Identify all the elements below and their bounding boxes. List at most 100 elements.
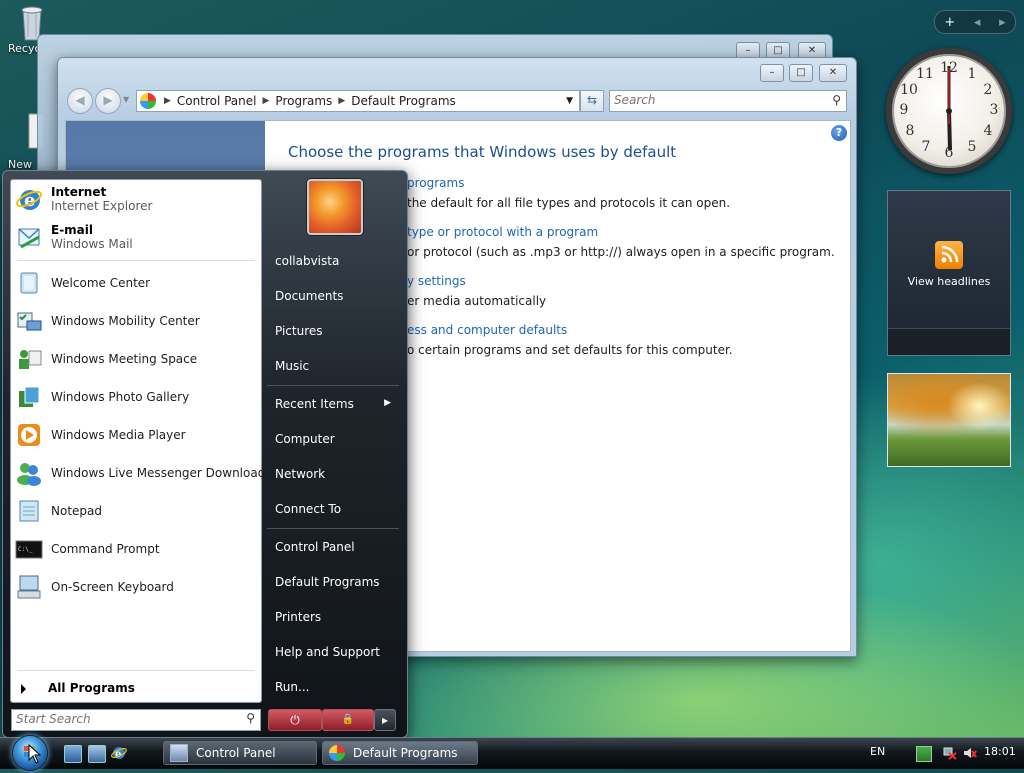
start-item-subtitle: Internet Explorer [51,199,153,213]
taskbar-button-label: Control Panel [196,746,276,760]
start-item-live-messenger[interactable]: Windows Live Messenger Download [15,456,265,490]
start-right-recent-items[interactable]: Recent Items ▶ [275,397,399,411]
meeting-space-icon [15,345,43,373]
clock-hands [946,66,952,151]
recent-items-label: Recent Items [275,397,354,411]
start-item-subtitle: Windows Mail [51,237,133,251]
start-right-user[interactable]: collabvista [275,254,399,268]
task-link-program-access[interactable]: ess and computer defaults [407,323,567,337]
user-picture[interactable] [307,179,363,235]
clock-gadget[interactable]: 12 1 2 3 4 5 6 7 8 9 10 11 [886,48,1012,174]
taskbar-button-control-panel[interactable]: Control Panel [163,741,317,765]
start-item-media-player[interactable]: Windows Media Player [15,418,257,452]
breadcrumb-separator: ▶ [164,96,171,106]
start-item-command-prompt[interactable]: C:\_ Command Prompt [15,532,257,566]
sidebar-prev-button[interactable]: ◂ [974,15,981,30]
search-box[interactable]: ⚲ [609,90,847,112]
task-description: the default for all file types and proto… [407,196,731,210]
internet-explorer-icon: e [15,185,43,213]
separator [267,528,399,529]
desktop-icon-label: Recycle Bin [8,42,38,55]
internet-explorer-quicklaunch-icon[interactable]: e [111,745,127,761]
start-right-default-programs[interactable]: Default Programs [275,575,399,589]
start-item-title: E-mail [51,223,94,237]
start-right-control-panel[interactable]: Control Panel [275,540,399,554]
address-dropdown-icon[interactable]: ▼ [566,96,573,106]
page-title: Choose the programs that Windows uses by… [288,143,677,161]
help-icon[interactable]: ? [831,125,847,141]
slideshow-gadget[interactable] [887,373,1011,467]
start-right-computer[interactable]: Computer [275,432,399,446]
separator [17,260,255,261]
taskbar-button-label: Default Programs [353,746,458,760]
separator [267,385,399,386]
start-right-network[interactable]: Network [275,467,399,481]
search-input[interactable] [610,91,818,109]
task-description: o certain programs and set defaults for … [407,343,733,357]
breadcrumb-control-panel[interactable]: Control Panel [177,94,257,108]
start-right-run[interactable]: Run... [275,680,399,694]
back-button[interactable]: ◀ [67,88,93,114]
command-prompt-icon: C:\_ [15,535,43,563]
forward-button[interactable]: ▶ [95,88,121,114]
messenger-icon [15,459,43,487]
maximize-button[interactable]: □ [789,64,813,82]
start-item-title: Internet [51,185,107,199]
all-programs-label: All Programs [48,681,135,695]
lock-button[interactable]: 🔒 [322,709,374,731]
start-right-music[interactable]: Music [275,359,399,373]
start-menu-programs-pane: e Internet Internet Explorer E-mail Window… [10,179,265,703]
power-controls: ⏻ 🔒 ▸ [268,709,396,731]
start-item-welcome-center[interactable]: Welcome Center [15,266,257,300]
minimize-button[interactable]: – [760,64,784,82]
language-indicator[interactable]: EN [870,745,885,758]
rss-icon [935,241,963,269]
start-item-onscreen-keyboard[interactable]: On-Screen Keyboard [15,570,257,604]
breadcrumb-default-programs[interactable]: Default Programs [351,94,456,108]
breadcrumb-programs[interactable]: Programs [275,94,332,108]
feed-headlines-gadget[interactable]: View headlines [887,190,1011,356]
start-item-label: On-Screen Keyboard [51,580,174,594]
address-bar[interactable]: ▶ Control Panel ▶ Programs ▶ Default Pro… [136,90,580,112]
start-item-notepad[interactable]: Notepad [15,494,257,528]
taskbar-button-default-programs[interactable]: Default Programs [322,741,478,765]
start-right-connect-to[interactable]: Connect To [275,502,399,516]
task-link-associate-file-type[interactable]: type or protocol with a program [407,225,598,239]
default-programs-icon [329,745,345,761]
start-item-label: Windows Photo Gallery [51,390,190,404]
refresh-icon: ⇆ [586,93,598,107]
task-link-autoplay-settings[interactable]: y settings [407,274,466,288]
svg-text:C:\_: C:\_ [18,546,33,553]
recent-pages-dropdown-icon[interactable]: ▼ [123,95,129,104]
shutdown-options-button[interactable]: ▸ [374,709,396,731]
search-icon: ⚲ [832,93,841,107]
separator [17,670,255,671]
sidebar-next-button[interactable]: ▸ [999,15,1006,30]
show-desktop-icon[interactable] [64,745,82,763]
close-button[interactable]: ✕ [819,64,847,82]
refresh-button[interactable]: ⇆ [580,90,604,112]
start-right-help-support[interactable]: Help and Support [275,645,399,659]
all-programs-button[interactable]: All Programs [21,681,135,695]
tray-volume-icon[interactable] [963,746,977,760]
switch-windows-icon[interactable] [88,745,106,763]
start-right-documents[interactable]: Documents [275,289,399,303]
start-item-label: Windows Mobility Center [51,314,200,328]
start-item-internet[interactable]: e Internet Internet Explorer [15,182,257,216]
task-link-set-default-programs[interactable]: programs [407,176,464,190]
taskbar-clock[interactable]: 18:01 [984,745,1016,758]
task-description: er media automatically [407,294,547,308]
start-right-pictures[interactable]: Pictures [275,324,399,338]
control-panel-icon [170,744,188,762]
start-item-photo-gallery[interactable]: Windows Photo Gallery [15,380,257,414]
start-item-email[interactable]: E-mail Windows Mail [15,220,257,254]
power-button[interactable]: ⏻ [268,709,322,731]
start-search-input[interactable] [12,710,240,728]
start-item-mobility-center[interactable]: Windows Mobility Center [15,304,257,338]
tray-network-icon[interactable] [943,746,957,760]
start-search-box[interactable]: ⚲ [11,709,261,731]
start-right-printers[interactable]: Printers [275,610,399,624]
tray-update-icon[interactable] [916,746,932,762]
start-item-meeting-space[interactable]: Windows Meeting Space [15,342,257,376]
sidebar-add-button[interactable]: + [944,15,955,30]
